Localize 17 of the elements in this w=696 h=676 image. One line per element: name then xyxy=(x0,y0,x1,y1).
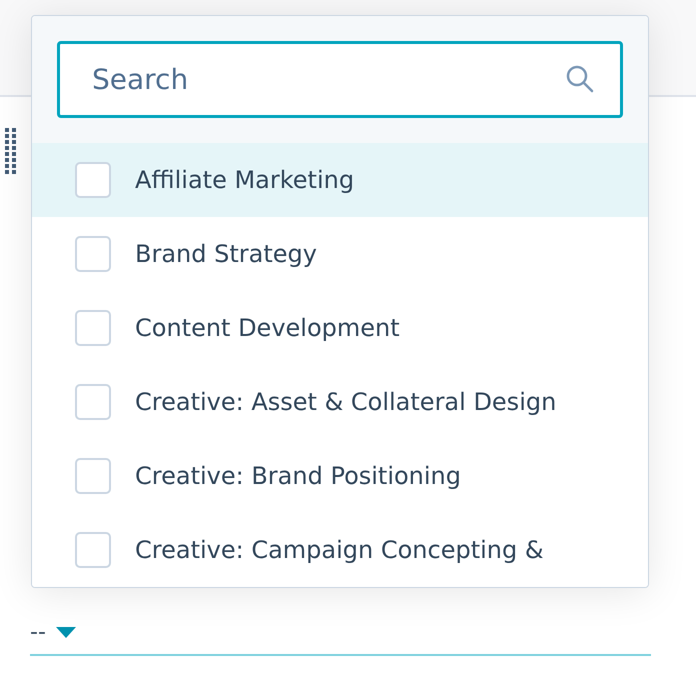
option-item[interactable]: Brand Strategy xyxy=(32,217,648,291)
checkbox[interactable] xyxy=(75,384,111,420)
search-icon xyxy=(565,64,595,94)
checkbox[interactable] xyxy=(75,310,111,346)
drag-handle-icon[interactable] xyxy=(5,128,17,174)
checkbox[interactable] xyxy=(75,458,111,494)
option-item[interactable]: Creative: Campaign Concepting & xyxy=(32,513,648,587)
checkbox[interactable] xyxy=(75,236,111,272)
option-item[interactable]: Affiliate Marketing xyxy=(32,143,648,217)
select-field[interactable]: -- xyxy=(30,600,651,656)
option-item[interactable]: Creative: Asset & Collateral Design xyxy=(32,365,648,439)
caret-icon xyxy=(56,626,76,638)
checkbox[interactable] xyxy=(75,532,111,568)
option-item[interactable]: Creative: Brand Positioning xyxy=(32,439,648,513)
checkbox[interactable] xyxy=(75,162,111,198)
option-item[interactable]: Content Development xyxy=(32,291,648,365)
search-field[interactable]: Search xyxy=(57,41,623,118)
